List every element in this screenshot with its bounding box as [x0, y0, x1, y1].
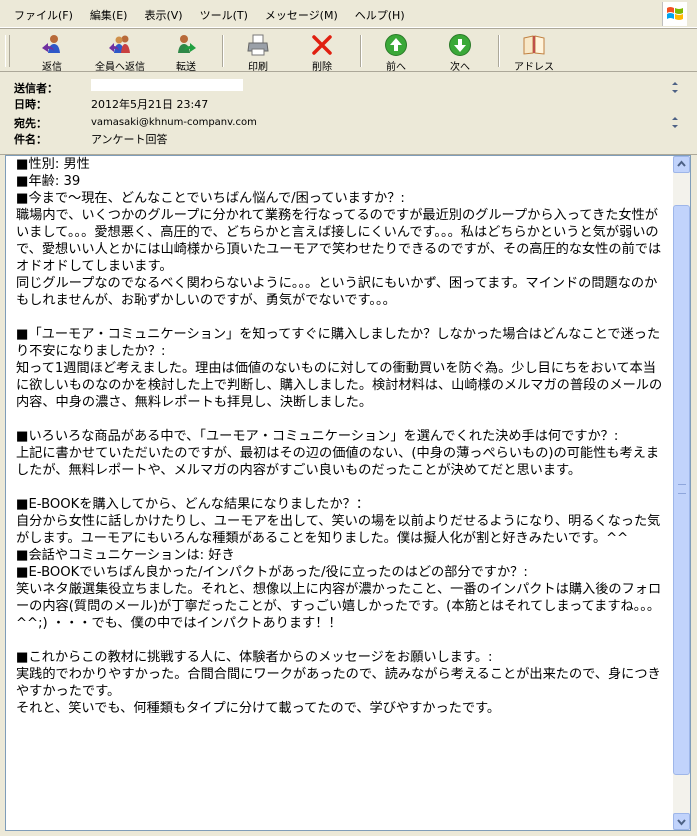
scroll-down-button[interactable] — [673, 813, 690, 830]
body-line: ■年齢: 39 — [16, 174, 81, 189]
menu-tools[interactable]: ツール(T) — [200, 7, 248, 23]
menu-edit[interactable]: 編集(E) — [90, 7, 128, 23]
address-label: アドレス — [514, 62, 554, 73]
date-value: 2012年5月21日 23:47 — [91, 98, 209, 111]
toolbar: 返信 全員へ返信 転送 印刷 削除 前へ 次へ アドレス — [0, 28, 697, 73]
reply-all-label: 全員へ返信 — [95, 62, 145, 73]
forward-icon — [178, 35, 196, 53]
from-scroll-arrows[interactable] — [667, 79, 683, 96]
body-line: 自分から女性に話しかけたりし、ユーモアを出して、笑いの場を以前よりだせるようにな… — [16, 514, 661, 546]
message-text: ■性別: 男性 ■年齢: 39 ■今まで〜現在、どんなことでいちばん悩んで/困っ… — [16, 156, 668, 717]
to-scroll-arrows[interactable] — [667, 114, 683, 131]
body-line: 笑いネタ厳選集役立ちました。それと、想像以上に内容が濃かったこと、一番のインパク… — [16, 582, 662, 631]
reply-label: 返信 — [42, 62, 62, 73]
reply-all-icon — [109, 35, 130, 53]
body-line: ■いろいろな商品がある中で、「ユーモア・コミュニケーション」を選んでくれた決め手… — [16, 429, 619, 444]
body-line — [16, 411, 668, 428]
scroll-thumb-grip — [678, 484, 686, 494]
scroll-up-button[interactable] — [673, 156, 690, 173]
reply-icon — [42, 35, 60, 53]
body-line: ■会話やコミュニケーションは: 好き — [16, 548, 235, 563]
toolbar-separator — [222, 35, 224, 67]
toolbar-separator — [360, 35, 362, 67]
body-line: 上記に書かせていただいたのですが、最初はその辺の価値のない、(中身の薄っぺらいも… — [16, 446, 660, 478]
next-button[interactable]: 次へ — [438, 33, 482, 73]
from-value — [91, 79, 243, 91]
from-label: 送信者： — [14, 82, 58, 95]
scroll-thumb[interactable] — [673, 205, 690, 775]
print-label: 印刷 — [248, 62, 268, 73]
forward-button[interactable]: 転送 — [164, 33, 208, 73]
body-line: ■E-BOOKでいちばん良かった/インパクトがあった/役に立ったのはどの部分です… — [16, 565, 528, 580]
date-label: 日時： — [14, 98, 47, 111]
menu-help[interactable]: ヘルプ(H) — [355, 7, 405, 23]
forward-label: 転送 — [176, 62, 196, 73]
menu-view[interactable]: 表示(V) — [144, 7, 182, 23]
body-line: ■性別: 男性 — [16, 157, 90, 172]
to-value: vamasaki@khnum-companv.com — [91, 117, 257, 128]
prev-button[interactable]: 前へ — [374, 33, 418, 73]
body-line: ■これからこの教材に挑戦する人に、体験者からのメッセージをお願いします。: — [16, 650, 493, 665]
next-icon — [449, 34, 471, 56]
vertical-scrollbar[interactable] — [673, 156, 690, 830]
body-line: ■「ユーモア・コミュニケーション」を知ってすぐに購入しましたか？しなかった場合は… — [16, 327, 661, 359]
subject-label: 件名： — [14, 133, 47, 146]
body-line: 同じグループなのでなるべく関わらないように。。。という訳にもいかず、困ってます。… — [16, 276, 658, 308]
body-line: ■E-BOOKを購入してから、どんな結果になりましたか？： — [16, 497, 370, 512]
menu-message[interactable]: メッセージ(M) — [265, 7, 338, 23]
reply-all-button[interactable]: 全員へ返信 — [88, 33, 152, 73]
delete-button[interactable]: 削除 — [300, 33, 344, 73]
message-header: 送信者： 日時： 2012年5月21日 23:47 宛先： vamasaki@k… — [0, 72, 697, 155]
reply-button[interactable]: 返信 — [30, 33, 74, 73]
subject-value: アンケート回答 — [91, 133, 168, 146]
print-icon — [247, 34, 269, 56]
menu-bar: ファイル(F) 編集(E) 表示(V) ツール(T) メッセージ(M) ヘルプ(… — [0, 0, 697, 28]
body-line: 職場内で、いくつかのグループに分かれて業務を行なってるのですが最近別のグループか… — [16, 208, 662, 274]
print-button[interactable]: 印刷 — [236, 33, 280, 73]
windows-logo-icon — [662, 2, 687, 26]
address-button[interactable]: アドレス — [512, 33, 556, 73]
body-line — [16, 479, 668, 496]
next-label: 次へ — [450, 62, 470, 73]
body-line: 知って1週間ほど考えました。理由は価値のないものに対しての衝動買いを防ぐ為。少し… — [16, 361, 663, 410]
address-book-icon — [523, 35, 545, 55]
toolbar-grip[interactable] — [5, 35, 10, 67]
message-body[interactable]: ■性別: 男性 ■年齢: 39 ■今まで〜現在、どんなことでいちばん悩んで/困っ… — [5, 155, 691, 831]
menu-list: ファイル(F) 編集(E) 表示(V) ツール(T) メッセージ(M) ヘルプ(… — [14, 7, 422, 23]
prev-label: 前へ — [386, 62, 406, 73]
body-line: 実践的でわかりやすかった。合間合間にワークがあったので、読みながら考えることが出… — [16, 667, 661, 699]
delete-icon — [312, 35, 332, 55]
delete-label: 削除 — [312, 62, 332, 73]
body-line — [16, 309, 668, 326]
body-line: それと、笑いでも、何種類もタイプに分けて載ってたので、学びやすかったです。 — [16, 701, 501, 716]
body-line — [16, 632, 668, 649]
toolbar-separator — [498, 35, 500, 67]
menu-file[interactable]: ファイル(F) — [14, 7, 73, 23]
to-label: 宛先： — [14, 117, 47, 130]
body-line: ■今まで〜現在、どんなことでいちばん悩んで/困っていますか？: — [16, 191, 405, 206]
prev-icon — [385, 34, 407, 56]
